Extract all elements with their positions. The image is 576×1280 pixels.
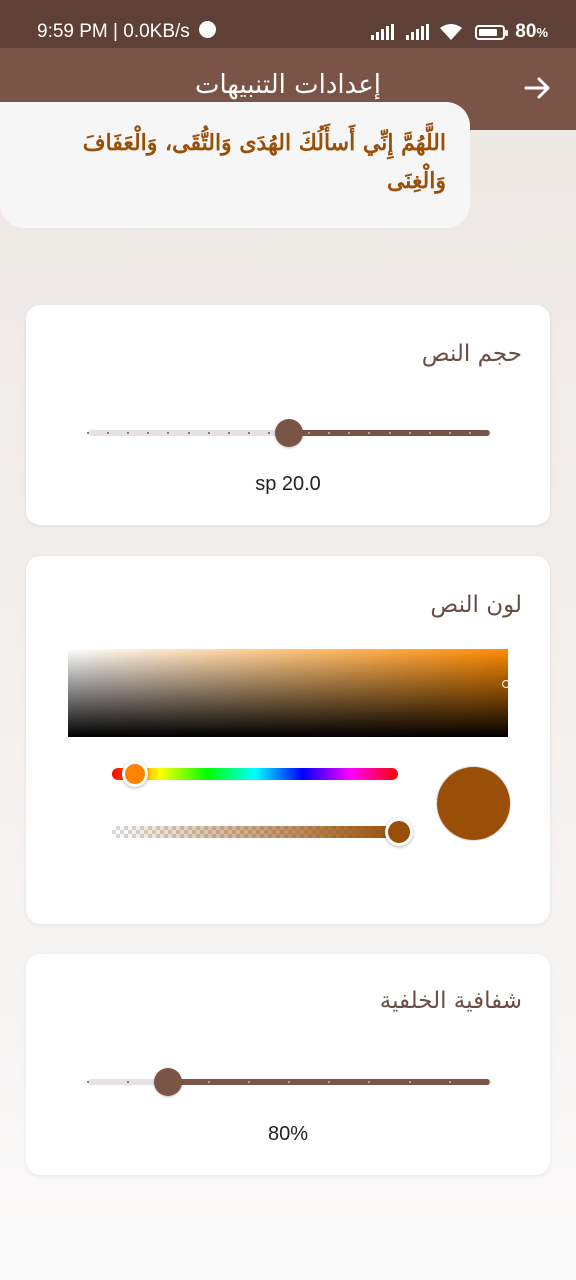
battery-fill (479, 28, 497, 36)
slider-tick (489, 432, 491, 434)
color-preview-swatch (437, 767, 510, 840)
background-opacity-slider[interactable] (87, 1067, 491, 1097)
slider-tick (408, 432, 411, 434)
text-color-title: لون النص (430, 592, 522, 618)
slider-tick (87, 432, 89, 434)
slider-tick (428, 432, 431, 434)
text-size-slider[interactable] (87, 418, 491, 448)
slider-thumb[interactable] (275, 419, 303, 447)
slider-tick (388, 432, 391, 434)
slider-tick (267, 432, 270, 434)
slider-tick (448, 432, 451, 434)
page-title: إعدادات التنبيهات (194, 70, 382, 100)
signal-1-icon (371, 24, 395, 40)
text-color-card: لون النص (26, 556, 550, 924)
arrow-right-icon[interactable] (522, 72, 554, 104)
battery-icon (475, 24, 509, 40)
slider-tick (468, 432, 471, 434)
dua-text: اللَّهُمَّ إِنِّي أَسأَلُكَ الهُدَى وَال… (82, 130, 446, 194)
background-opacity-title: شفافية الخلفية (379, 988, 522, 1014)
signal-2-icon (406, 24, 430, 40)
text-size-value: sp 20.0 (255, 473, 321, 495)
slider-tick (448, 1081, 451, 1083)
slider-tick (247, 432, 250, 434)
slider-tick (288, 1081, 290, 1083)
slider-tick (207, 432, 210, 434)
slider-tick (247, 1081, 250, 1083)
slider-tick (187, 432, 190, 434)
status-bar: 9:59 PM | 0.0KB/s 80% (0, 0, 576, 48)
text-size-title: حجم النص (421, 341, 522, 367)
status-time: 9:59 PM | 0.0KB/s (37, 21, 190, 42)
slider-thumb[interactable] (154, 1068, 183, 1096)
alpha-slider[interactable] (112, 826, 398, 838)
status-indicators: 80% (371, 21, 548, 43)
alpha-slider-thumb[interactable] (385, 818, 413, 846)
slider-tick (489, 1081, 491, 1083)
background-opacity-value: 80% (267, 1123, 309, 1145)
notification-icon (199, 21, 216, 38)
slider-tick (87, 1081, 89, 1083)
hue-slider[interactable] (112, 768, 398, 780)
hue-slider-thumb[interactable] (122, 761, 148, 787)
dua-card: اللَّهُمَّ إِنِّي أَسأَلُكَ الهُدَى وَال… (0, 102, 470, 228)
slider-tick (227, 432, 230, 434)
saturation-value-picker[interactable] (68, 649, 510, 737)
wifi-icon (440, 24, 463, 40)
slider-tick (207, 1081, 210, 1083)
slider-tick (408, 1081, 411, 1083)
battery-percent: 80% (515, 21, 548, 42)
color-area-cursor[interactable] (502, 680, 510, 688)
